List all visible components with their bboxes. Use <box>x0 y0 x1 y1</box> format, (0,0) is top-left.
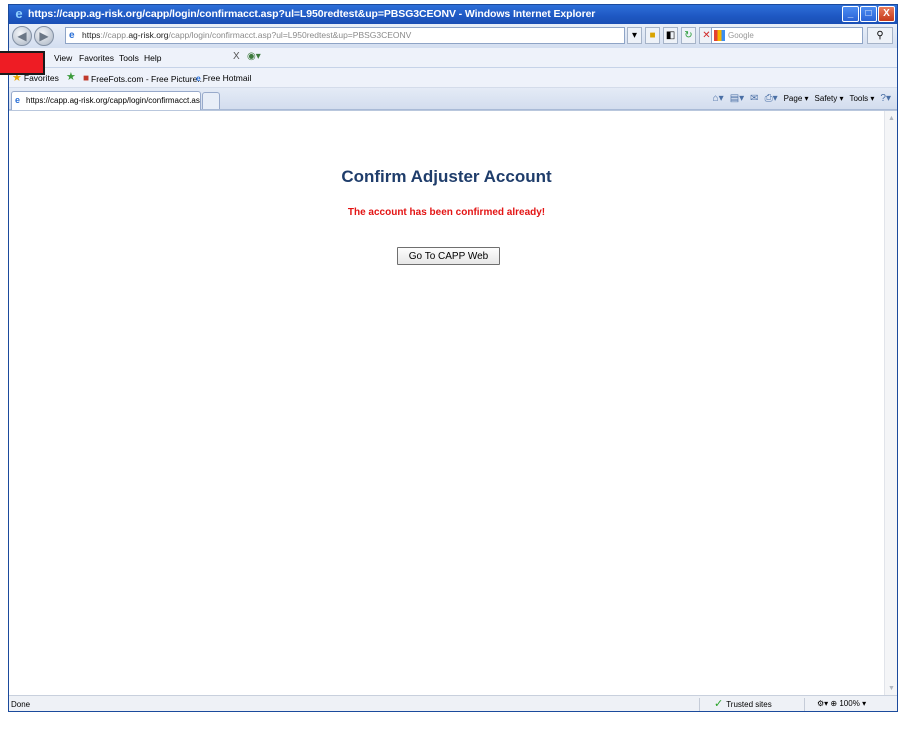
tools-menu-label: Tools <box>849 94 869 103</box>
favorite-link-label: Free Hotmail <box>202 73 252 83</box>
window-title: https://capp.ag-risk.org/capp/login/conf… <box>28 8 596 20</box>
safety-menu-label: Safety <box>814 94 838 103</box>
ie-page-icon: e <box>196 73 201 83</box>
status-bar: Done ✓ Trusted sites ⚙▾ ⊕ 100% ▾ <box>9 695 897 711</box>
confirmation-message: The account has been confirmed already! <box>347 207 546 218</box>
url-host: ag-risk.org <box>128 30 169 40</box>
lock-icon[interactable]: ■ <box>645 27 660 44</box>
tab-label: https://capp.ag-risk.org/capp/login/conf… <box>26 96 201 105</box>
favorite-link-label: FreeFots.com - Free Picture... <box>91 73 205 84</box>
security-zone-label: Trusted sites <box>726 699 772 709</box>
browser-window: e https://capp.ag-risk.org/capp/login/co… <box>8 4 898 712</box>
home-icon[interactable]: ⌂▾ <box>713 93 724 104</box>
go-to-capp-web-button[interactable]: Go To CAPP Web <box>397 247 500 265</box>
mail-icon[interactable]: ✉ <box>750 93 758 104</box>
search-placeholder: Google <box>728 31 754 40</box>
menu-view[interactable]: View <box>54 53 72 63</box>
tab-bar: e https://capp.ag-risk.org/capp/login/co… <box>9 88 897 110</box>
refresh-icon[interactable]: ↻ <box>681 27 696 44</box>
window-controls: _ □ X <box>842 6 895 22</box>
protected-mode-icon: ⚙▾ <box>817 699 829 708</box>
close-button[interactable]: X <box>878 6 895 22</box>
search-button[interactable]: ⚲ <box>867 27 893 44</box>
favorite-link-freefots[interactable]: ■ FreeFots.com - Free Picture... <box>83 73 204 84</box>
security-zone[interactable]: ✓ Trusted sites <box>714 698 772 710</box>
status-divider <box>699 698 700 711</box>
new-tab-button[interactable] <box>202 92 220 109</box>
status-text: Done <box>11 700 31 709</box>
vertical-scrollbar[interactable]: ▲ ▼ <box>884 111 897 696</box>
checkmark-icon: ✓ <box>714 698 724 710</box>
feeds-icon[interactable]: ▤▾ <box>730 93 744 104</box>
search-icon: ⚲ <box>876 30 884 41</box>
status-divider <box>804 698 805 711</box>
menu-favorites[interactable]: Favorites <box>79 53 114 63</box>
back-button[interactable]: ◀ <box>12 26 32 46</box>
ie-page-icon: e <box>15 95 21 105</box>
address-toolbar: ◀ ▶ e https://capp.ag-risk.org/capp/login… <box>9 24 897 48</box>
back-arrow-icon: ◀ <box>17 29 27 43</box>
page-icon: e <box>69 30 75 41</box>
address-tools: ▾ ■ ◧ ↻ ✕ <box>627 27 714 44</box>
zoom-level: 100% <box>839 699 860 708</box>
tools-menu-button[interactable]: Tools ▾ <box>849 94 874 103</box>
search-input[interactable]: Google <box>711 27 863 44</box>
print-icon[interactable]: ⎙▾ <box>765 93 778 104</box>
url-scheme: https <box>82 30 101 40</box>
page-menu-button[interactable]: Page ▾ <box>784 94 809 103</box>
minimize-button[interactable]: _ <box>842 6 859 22</box>
safety-menu-button[interactable]: Safety ▾ <box>815 94 844 103</box>
url-host-prefix: ://capp. <box>100 30 129 40</box>
address-input[interactable]: e https://capp.ag-risk.org/capp/login/con… <box>65 27 625 44</box>
title-bar: e https://capp.ag-risk.org/capp/login/co… <box>9 5 897 24</box>
redaction-box <box>0 51 45 75</box>
forward-button[interactable]: ▶ <box>34 26 54 46</box>
menu-help[interactable]: Help <box>144 53 161 63</box>
menu-bar: View Favorites Tools Help X ◉▾ <box>9 48 897 68</box>
forward-arrow-icon: ▶ <box>39 29 49 43</box>
page-menu-label: Page <box>783 94 803 103</box>
addon-icon[interactable]: ◉▾ <box>247 51 261 62</box>
zoom-icon: ⊕ <box>830 699 838 708</box>
ie-logo-icon: e <box>15 6 23 21</box>
zoom-control[interactable]: ⚙▾ ⊕ 100% ▾ <box>817 699 866 708</box>
scroll-up-icon[interactable]: ▲ <box>886 113 897 124</box>
menu-tools[interactable]: Tools <box>119 53 139 63</box>
scroll-down-icon[interactable]: ▼ <box>886 683 897 694</box>
page-title: Confirm Adjuster Account <box>341 167 552 186</box>
toolbar-close-button[interactable]: X <box>233 51 240 62</box>
compatibility-icon[interactable]: ◧ <box>663 27 678 44</box>
command-bar: ⌂▾ ▤▾ ✉ ⎙▾ Page ▾ Safety ▾ Tools ▾ ?▾ <box>713 93 891 104</box>
url-path: /capp/login/confirmacct.asp?ul=L950redte… <box>168 30 412 40</box>
page-content: Confirm Adjuster Account The account has… <box>9 110 897 696</box>
maximize-button[interactable]: □ <box>860 6 877 22</box>
chevron-down-icon: ▾ <box>862 699 867 708</box>
tab-active[interactable]: e https://capp.ag-risk.org/capp/login/co… <box>11 91 201 110</box>
favorites-bar: ★ Favorites ★ ■ FreeFots.com - Free Pict… <box>9 68 897 88</box>
add-favorite-icon: ★ <box>66 71 76 83</box>
google-logo-icon <box>714 30 725 41</box>
dropdown-icon[interactable]: ▾ <box>627 27 642 44</box>
favorite-link-hotmail[interactable]: e Free Hotmail <box>196 73 251 83</box>
help-icon[interactable]: ?▾ <box>880 93 891 104</box>
add-favorites-button[interactable]: ★ <box>66 71 76 83</box>
freefots-icon: ■ <box>83 73 90 84</box>
